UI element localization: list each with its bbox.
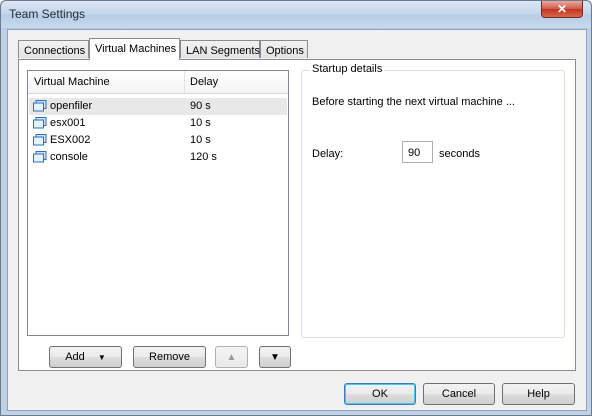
vm-delay: 10 s bbox=[190, 117, 211, 129]
seconds-label: seconds bbox=[439, 148, 480, 160]
vm-row-esx002[interactable]: ESX002 10 s bbox=[29, 132, 287, 149]
vm-icon bbox=[33, 151, 47, 163]
remove-button[interactable]: Remove bbox=[133, 346, 206, 368]
add-button-label: Add bbox=[65, 351, 85, 363]
vm-icon bbox=[33, 100, 47, 112]
startup-description: Before starting the next virtual machine… bbox=[312, 96, 515, 108]
vm-row-console[interactable]: console 120 s bbox=[29, 149, 287, 166]
dialog-body: Connections Virtual Machines LAN Segment… bbox=[7, 29, 587, 411]
startup-details-group: Startup details Before starting the next… bbox=[301, 63, 565, 338]
tab-lan-segments[interactable]: LAN Segments bbox=[180, 40, 260, 58]
arrow-up-icon: ▲ bbox=[226, 352, 237, 363]
delay-label: Delay: bbox=[312, 148, 344, 160]
vm-delay: 10 s bbox=[190, 134, 211, 146]
column-virtual-machine[interactable]: Virtual Machine bbox=[34, 76, 110, 88]
group-title: Startup details bbox=[310, 63, 385, 75]
move-up-button[interactable]: ▲ bbox=[215, 346, 248, 368]
column-delay[interactable]: Delay bbox=[190, 76, 218, 88]
window-title: Team Settings bbox=[9, 7, 86, 21]
list-header: Virtual Machine Delay bbox=[28, 71, 288, 94]
close-button[interactable]: ✕ bbox=[541, 1, 583, 18]
help-button[interactable]: Help bbox=[502, 383, 575, 405]
vm-delay: 120 s bbox=[190, 151, 217, 163]
vm-name: openfiler bbox=[50, 100, 93, 112]
tab-connections[interactable]: Connections bbox=[18, 40, 89, 58]
dialog-window: Team Settings ✕ Connections Virtual Mach… bbox=[0, 0, 592, 416]
delay-input[interactable]: 90 bbox=[402, 141, 433, 163]
close-icon: ✕ bbox=[556, 2, 568, 16]
tab-virtual-machines[interactable]: Virtual Machines bbox=[89, 38, 180, 60]
add-button[interactable]: Add ▼ bbox=[49, 346, 122, 368]
arrow-down-icon: ▼ bbox=[270, 352, 280, 363]
virtual-machines-panel: Virtual Machine Delay openfiler 90 s esx… bbox=[18, 59, 576, 371]
title-bar[interactable]: Team Settings ✕ bbox=[1, 1, 591, 28]
vm-row-esx001[interactable]: esx001 10 s bbox=[29, 115, 287, 132]
column-separator[interactable] bbox=[184, 71, 185, 93]
vm-delay: 90 s bbox=[190, 100, 211, 112]
cancel-button[interactable]: Cancel bbox=[423, 383, 495, 405]
tab-options[interactable]: Options bbox=[260, 40, 308, 58]
ok-button[interactable]: OK bbox=[344, 383, 416, 405]
vm-name: esx001 bbox=[50, 117, 86, 129]
vm-icon bbox=[33, 134, 47, 146]
vm-row-openfiler[interactable]: openfiler 90 s bbox=[29, 98, 287, 115]
vm-icon bbox=[33, 117, 47, 129]
vm-name: ESX002 bbox=[50, 134, 91, 146]
move-down-button[interactable]: ▼ bbox=[259, 346, 291, 368]
vm-name: console bbox=[50, 151, 88, 163]
vm-list[interactable]: Virtual Machine Delay openfiler 90 s esx… bbox=[27, 70, 289, 336]
dropdown-arrow-icon: ▼ bbox=[97, 353, 106, 362]
